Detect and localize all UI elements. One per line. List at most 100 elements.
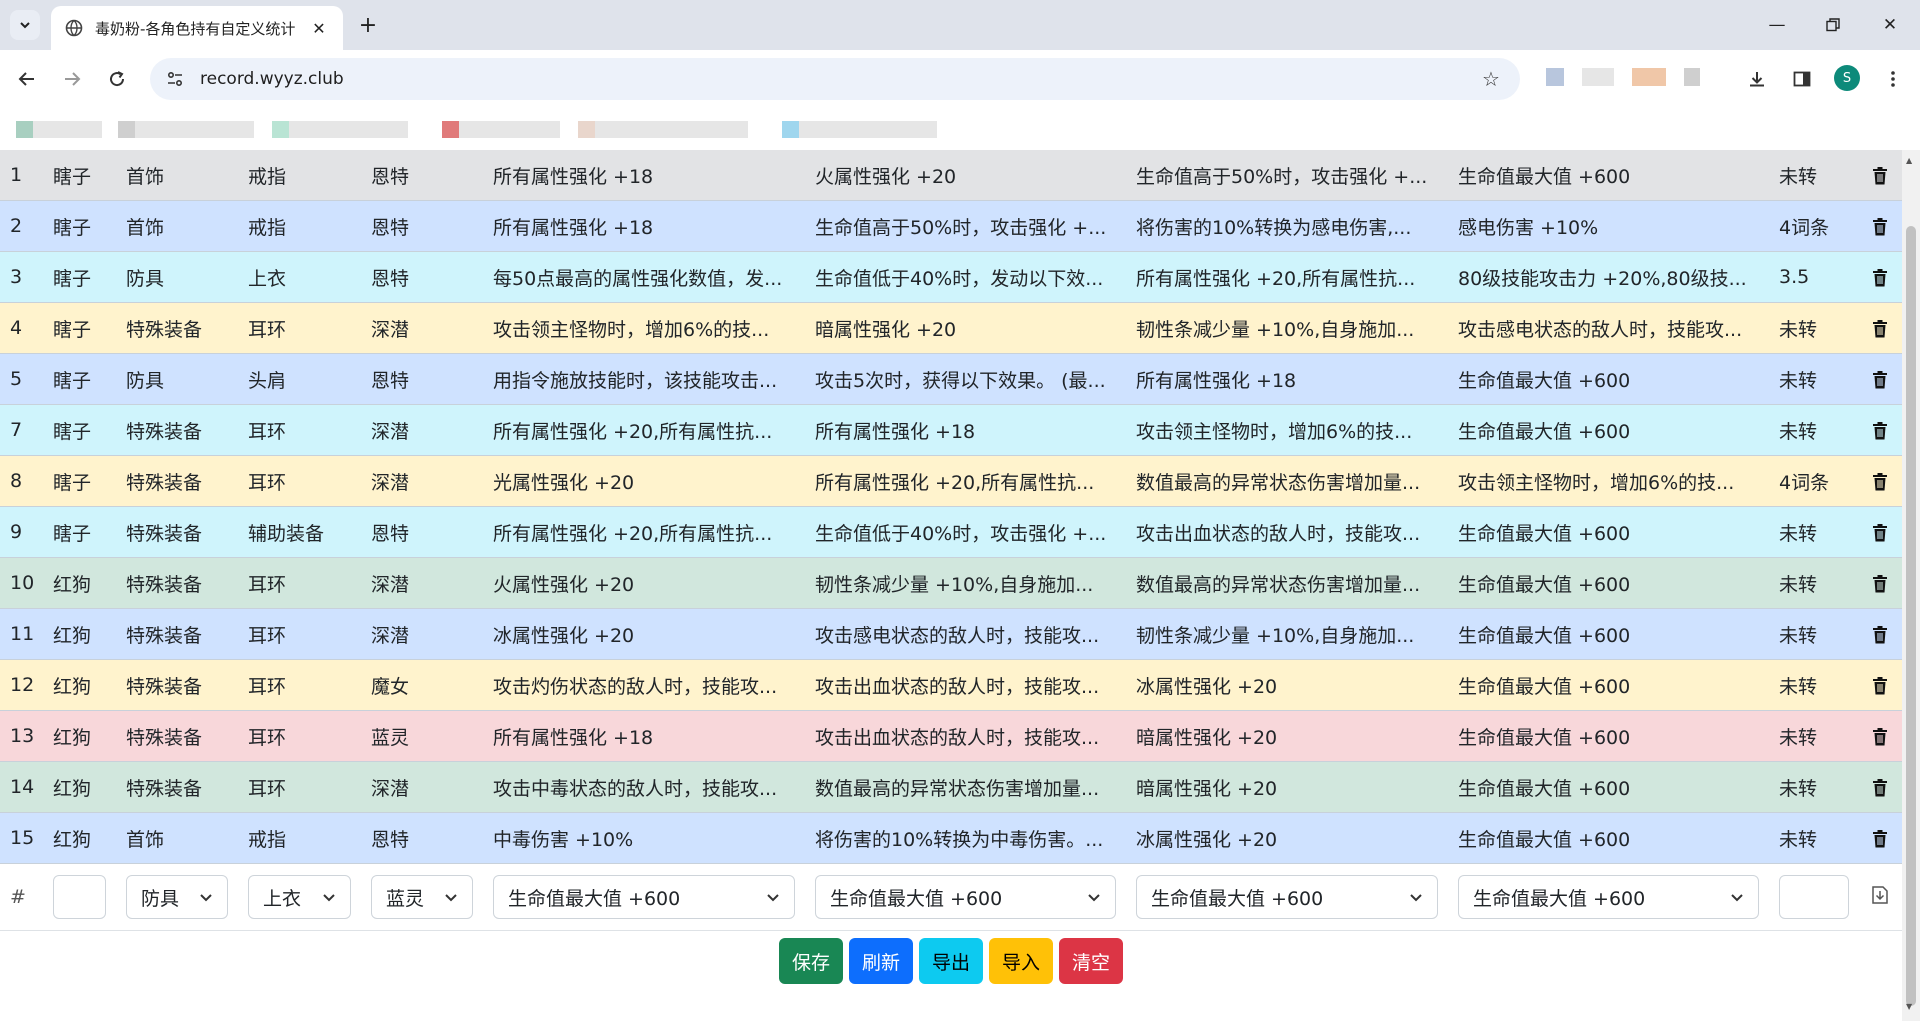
extension-icon-3[interactable] — [1632, 68, 1666, 86]
row-id: 5 — [0, 353, 43, 405]
download-button[interactable] — [1742, 64, 1772, 94]
delete-row-button[interactable] — [1857, 812, 1902, 864]
attr1-cell: 冰属性强化 +20 — [483, 608, 805, 660]
extension-icon-2[interactable] — [1582, 68, 1614, 86]
delete-row-button[interactable] — [1857, 710, 1902, 762]
clear-button[interactable]: 清空 — [1059, 938, 1124, 984]
save-button[interactable]: 保存 — [778, 938, 843, 984]
role-cell: 瞎子 — [43, 455, 116, 507]
set-cell: 深潜 — [361, 761, 483, 813]
reload-button[interactable] — [102, 64, 132, 94]
site-info-icon[interactable] — [164, 68, 186, 90]
status-cell: 未转 — [1769, 761, 1857, 813]
delete-row-button[interactable] — [1857, 608, 1902, 660]
attr2-cell: 数值最高的异常状态伤害增加量... — [805, 761, 1126, 813]
attr3-cell: 冰属性强化 +20 — [1126, 812, 1448, 864]
row-id: 10 — [0, 557, 43, 609]
attr3-cell: 冰属性强化 +20 — [1126, 659, 1448, 711]
attr2-cell: 所有属性强化 +18 — [805, 404, 1126, 456]
delete-row-button[interactable] — [1857, 251, 1902, 303]
tab-search-button[interactable] — [10, 10, 40, 40]
forward-button[interactable] — [57, 64, 87, 94]
delete-row-button[interactable] — [1857, 659, 1902, 711]
delete-row-button[interactable] — [1857, 506, 1902, 558]
delete-row-button[interactable] — [1857, 761, 1902, 813]
slot-cell: 上衣 — [238, 251, 361, 303]
delete-row-button[interactable] — [1857, 404, 1902, 456]
set-cell: 恩特 — [361, 251, 483, 303]
attr3-cell: 生命值高于50%时，攻击强化 +... — [1126, 150, 1448, 201]
row-id: 12 — [0, 659, 43, 711]
restore-button[interactable] — [1813, 8, 1853, 42]
new-tab-button[interactable]: + — [353, 10, 383, 40]
slot-cell: 辅助装备 — [238, 506, 361, 558]
status-input[interactable] — [1779, 875, 1849, 919]
attr1-cell: 用指令施放技能时，该技能攻击... — [483, 353, 805, 405]
close-tab-icon[interactable]: ✕ — [307, 19, 331, 38]
row-id: 11 — [0, 608, 43, 660]
minimize-button[interactable]: — — [1757, 8, 1797, 42]
browser-tab-active[interactable]: 毒奶粉-各角色持有自定义统计 ✕ — [51, 6, 343, 50]
bookmark-star-icon[interactable]: ☆ — [1476, 67, 1506, 91]
set-select[interactable]: 蓝灵 — [371, 875, 473, 919]
attr2-cell: 攻击5次时，获得以下效果。 (最... — [805, 353, 1126, 405]
role-cell: 红狗 — [43, 761, 116, 813]
slot-cell: 头肩 — [238, 353, 361, 405]
close-window-button[interactable]: ✕ — [1870, 8, 1910, 42]
type-select[interactable]: 防具 — [126, 875, 228, 919]
attr1-select[interactable]: 生命值最大值 +600 — [493, 875, 795, 919]
page-scrollbar[interactable]: ▲ ▼ — [1902, 150, 1920, 1021]
delete-row-button[interactable] — [1857, 455, 1902, 507]
bookmark-item-3[interactable] — [272, 121, 408, 138]
scrollbar-thumb[interactable] — [1906, 226, 1916, 1006]
table-row: 13 红狗 特殊装备 耳环 蓝灵 所有属性强化 +18 攻击出血状态的敌人时，技能攻... 暗… — [0, 710, 1902, 762]
role-input[interactable] — [53, 875, 106, 919]
attr2-select[interactable]: 生命值最大值 +600 — [815, 875, 1116, 919]
table-row: 1 瞎子 首饰 戒指 恩特 所有属性强化 +18 火属性强化 +20 生命值高于50%时，攻击… — [0, 150, 1902, 201]
refresh-button[interactable]: 刷新 — [848, 938, 913, 984]
scroll-down-icon[interactable]: ▼ — [1906, 1002, 1912, 1011]
delete-row-button[interactable] — [1857, 557, 1902, 609]
side-panel-button[interactable] — [1787, 64, 1817, 94]
address-bar[interactable]: record.wyyz.club ☆ — [150, 58, 1520, 100]
back-button[interactable] — [12, 64, 42, 94]
table-row: 11 红狗 特殊装备 耳环 深潜 冰属性强化 +20 攻击感电状态的敌人时，技能攻... 韧性… — [0, 608, 1902, 660]
bookmark-item-4[interactable] — [442, 121, 560, 138]
attr4-select[interactable]: 生命值最大值 +600 — [1458, 875, 1759, 919]
status-cell: 4词条 — [1769, 200, 1857, 252]
delete-row-button[interactable] — [1857, 302, 1902, 354]
slot-select[interactable]: 上衣 — [248, 875, 351, 919]
bookmark-item-1[interactable] — [16, 121, 102, 138]
add-row-button[interactable] — [1857, 863, 1902, 931]
extension-icon-4[interactable] — [1684, 68, 1700, 86]
profile-avatar[interactable]: S — [1834, 65, 1860, 91]
scroll-up-icon[interactable]: ▲ — [1906, 156, 1912, 165]
trash-icon — [1872, 829, 1887, 847]
bookmark-item-2[interactable] — [118, 121, 254, 138]
attr2-cell: 韧性条减少量 +10%,自身施加... — [805, 557, 1126, 609]
delete-row-button[interactable] — [1857, 200, 1902, 252]
attr4-cell: 生命值最大值 +600 — [1448, 659, 1769, 711]
attr2-cell: 火属性强化 +20 — [805, 150, 1126, 201]
gear-table-body: 1 瞎子 首饰 戒指 恩特 所有属性强化 +18 火属性强化 +20 生命值高于50%时，攻击… — [0, 150, 1902, 864]
browser-menu-button[interactable] — [1878, 64, 1908, 94]
trash-icon — [1872, 319, 1887, 337]
set-cell: 深潜 — [361, 404, 483, 456]
extension-icon-1[interactable] — [1546, 68, 1564, 86]
export-button[interactable]: 导出 — [918, 938, 983, 984]
attr1-cell: 火属性强化 +20 — [483, 557, 805, 609]
bookmark-item-5[interactable] — [578, 121, 748, 138]
import-button[interactable]: 导入 — [989, 938, 1054, 984]
role-cell: 瞎子 — [43, 150, 116, 201]
attr4-cell: 生命值最大值 +600 — [1448, 608, 1769, 660]
attr3-select[interactable]: 生命值最大值 +600 — [1136, 875, 1438, 919]
table-row: 15 红狗 首饰 戒指 恩特 中毒伤害 +10% 将伤害的10%转换为中毒伤害。... 冰属性… — [0, 812, 1902, 864]
bookmark-item-6[interactable] — [782, 121, 937, 138]
attr4-cell: 生命值最大值 +600 — [1448, 710, 1769, 762]
download-icon — [1750, 72, 1764, 87]
attr1-cell: 所有属性强化 +18 — [483, 200, 805, 252]
delete-row-button[interactable] — [1857, 150, 1902, 201]
delete-row-button[interactable] — [1857, 353, 1902, 405]
table-row: 7 瞎子 特殊装备 耳环 深潜 所有属性强化 +20,所有属性抗... 所有属性强化 +18… — [0, 404, 1902, 456]
table-row: 2 瞎子 首饰 戒指 恩特 所有属性强化 +18 生命值高于50%时，攻击强化 +... 将伤… — [0, 200, 1902, 252]
